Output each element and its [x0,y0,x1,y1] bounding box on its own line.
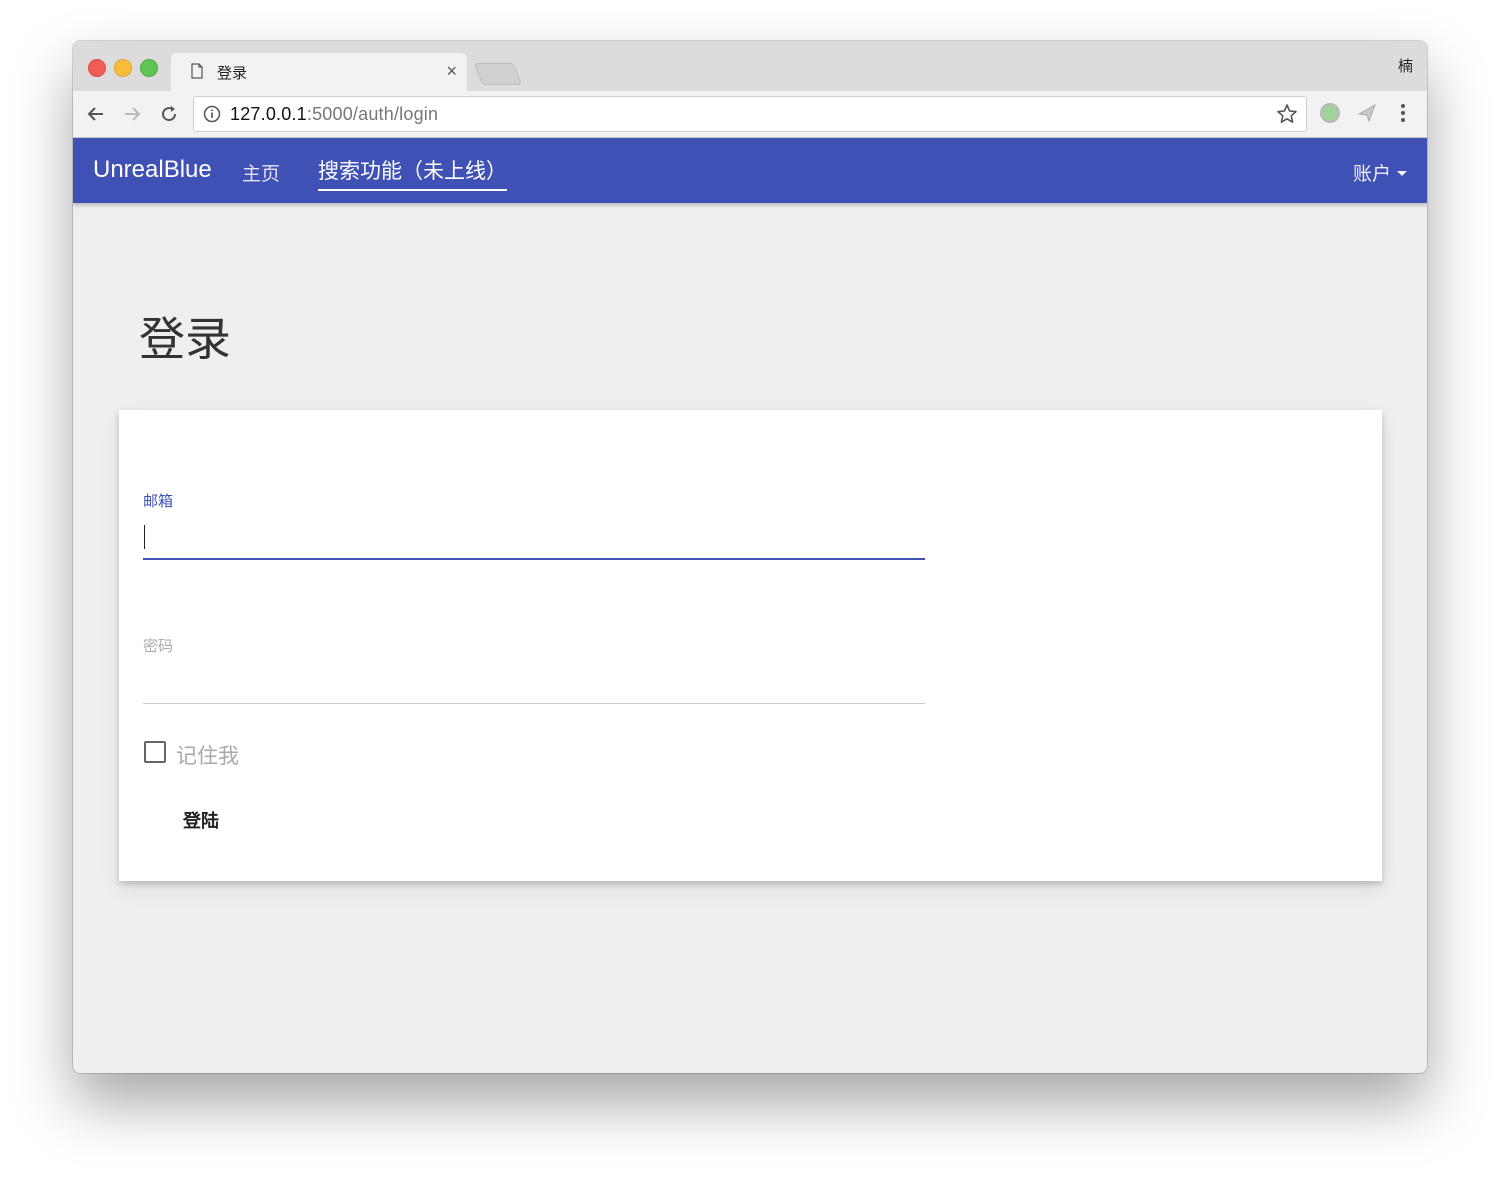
login-button[interactable]: 登陆 [165,800,237,840]
forward-button[interactable] [119,101,145,127]
browser-window: 登录 × 楠 127.0.0.1:5000/auth/login UnrealB… [73,41,1427,1073]
close-window-button[interactable] [88,59,106,77]
page-title: 登录 [139,313,231,365]
reload-button[interactable] [156,101,182,127]
new-tab-button[interactable] [473,63,523,85]
email-field[interactable] [143,518,925,560]
document-icon [191,63,203,79]
reload-icon [162,106,177,122]
url-path: :5000/auth/login [306,104,439,124]
text-cursor [144,525,145,549]
url-host: 127.0.0.1 [230,104,307,124]
login-card: 邮箱 密码 记住我 登陆 [119,410,1382,881]
remember-me-checkbox[interactable] [144,741,166,763]
maximize-window-button[interactable] [140,59,158,77]
remember-me-label[interactable]: 记住我 [176,740,239,770]
profile-button[interactable]: 楠 [1398,55,1413,76]
tab-title: 登录 [217,65,248,82]
more-vertical-icon[interactable] [1395,101,1411,125]
minimize-window-button[interactable] [114,59,132,77]
app-navbar: UnrealBlue 主页 搜索功能（未上线） 账户 [73,138,1427,203]
extension-bird-icon[interactable] [1356,102,1378,124]
tab-bar: 登录 × 楠 [73,41,1427,91]
browser-tab[interactable]: 登录 × [171,53,467,91]
account-label: 账户 [1352,164,1391,185]
bookmark-star-icon[interactable] [1276,103,1298,125]
close-tab-icon[interactable]: × [446,59,457,83]
arrow-right-icon [125,107,141,121]
caret-down-icon [1397,171,1407,177]
address-bar[interactable]: 127.0.0.1:5000/auth/login [193,96,1307,132]
password-field[interactable] [143,663,925,704]
info-icon[interactable] [203,105,221,123]
url-text: 127.0.0.1:5000/auth/login [230,104,438,125]
arrow-left-icon [87,107,103,121]
brand-logo[interactable]: UnrealBlue [93,156,212,184]
back-button[interactable] [83,101,109,127]
password-label: 密码 [143,638,174,655]
nav-link-search[interactable]: 搜索功能（未上线） [318,155,507,191]
email-label: 邮箱 [143,493,174,510]
nav-link-home[interactable]: 主页 [242,159,280,186]
browser-toolbar: 127.0.0.1:5000/auth/login [73,91,1427,138]
account-dropdown[interactable]: 账户 [1353,159,1407,186]
extension-circle-icon[interactable] [1320,103,1340,123]
